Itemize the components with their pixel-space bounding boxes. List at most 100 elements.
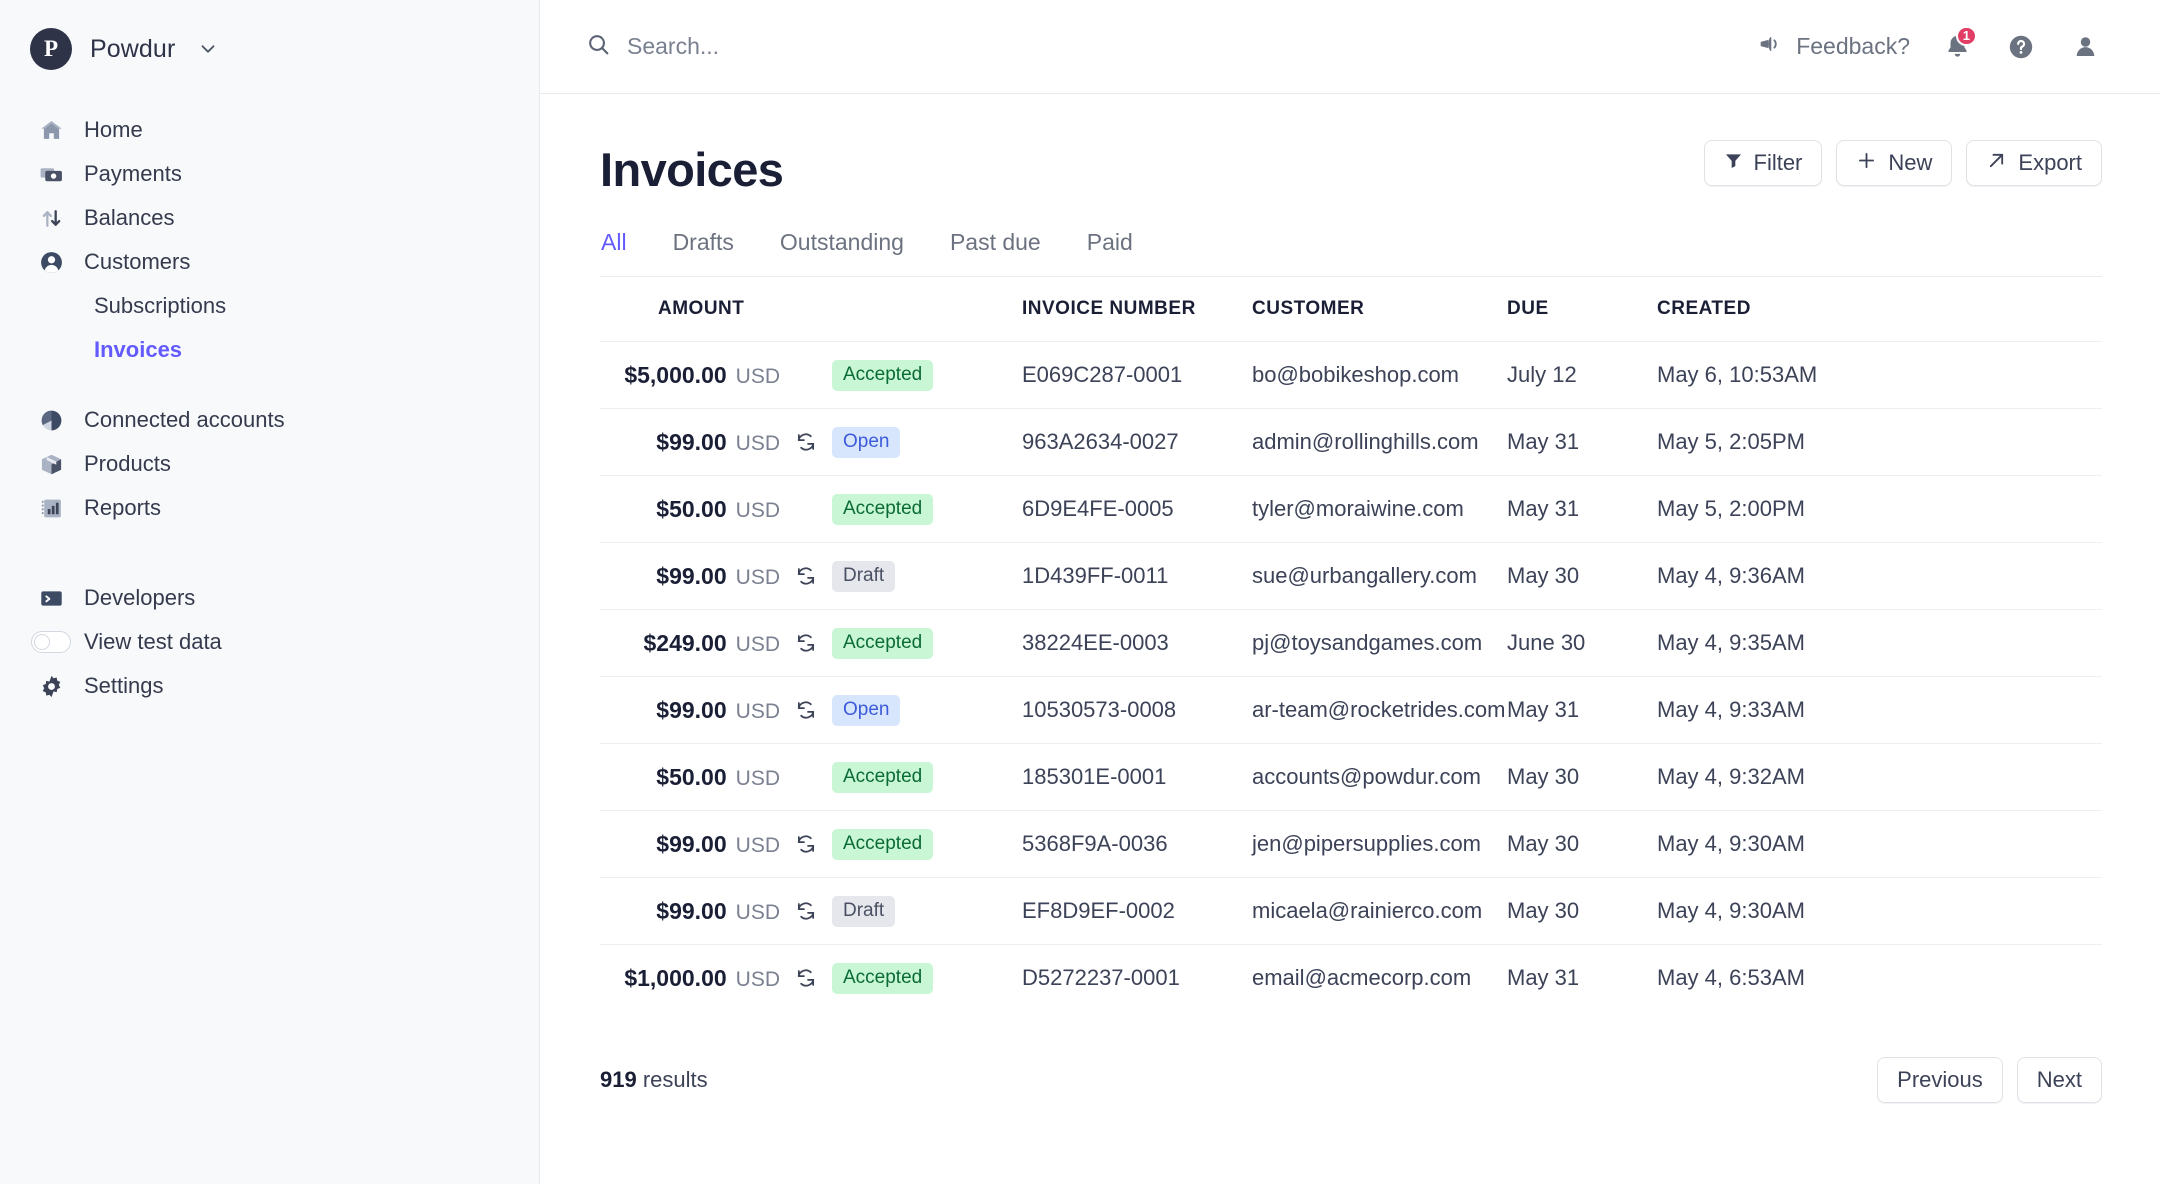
sidebar-item-balances[interactable]: Balances: [0, 196, 539, 240]
table-row[interactable]: $50.00 USD Accepted 185301E-0001 accounts@po…: [600, 743, 2102, 810]
cell-amount: $5,000.00 USD: [600, 362, 780, 389]
new-label: New: [1888, 150, 1933, 175]
cell-created: May 5, 2:00PM: [1657, 496, 1805, 521]
cell-customer: admin@rollinghills.com: [1252, 429, 1479, 454]
funnel-icon: [1724, 150, 1743, 176]
currency-code: USD: [735, 632, 780, 656]
table-row[interactable]: $50.00 USD Accepted 6D9E4FE-0005 tyler@morai…: [600, 475, 2102, 542]
sidebar-item-products[interactable]: Products: [0, 442, 539, 486]
search-placeholder: Search...: [627, 33, 720, 59]
sidebar-item-label: Developers: [84, 585, 196, 610]
nav-footer-spacer: [0, 530, 539, 576]
amount-value: $99.00: [656, 696, 727, 723]
results-count: 919: [600, 1067, 637, 1092]
search-input[interactable]: Search...: [586, 32, 719, 62]
new-button[interactable]: New: [1836, 140, 1953, 186]
table-row[interactable]: $99.00 USD Open 10530573-0008 ar-team@rocket…: [600, 676, 2102, 743]
help-button[interactable]: [2004, 30, 2038, 64]
cell-customer: accounts@powdur.com: [1252, 764, 1482, 789]
top-bar: Search... Feedback? 1: [540, 0, 2160, 94]
cell-due: June 30: [1507, 630, 1586, 655]
cell-status: Accepted: [832, 761, 1022, 793]
sidebar-item-customers[interactable]: Customers: [0, 240, 539, 284]
export-button[interactable]: Export: [1966, 140, 2102, 186]
feedback-button[interactable]: Feedback?: [1757, 31, 1910, 62]
table-row[interactable]: $99.00 USD Draft 1D439FF-0011 sue@urbangalle…: [600, 542, 2102, 609]
recurring-icon: [780, 699, 832, 721]
amount-value: $99.00: [656, 562, 727, 589]
cell-created: May 6, 10:53AM: [1657, 362, 1818, 387]
tab-paid[interactable]: Paid: [1087, 229, 1133, 276]
page-header: Invoices Filter New Export: [600, 140, 2102, 193]
sidebar-item-subscriptions[interactable]: Subscriptions: [0, 284, 539, 328]
notifications-button[interactable]: 1: [1940, 25, 1977, 64]
results-count-label: 919 results: [600, 1067, 708, 1093]
column-header-customer: CUSTOMER: [1252, 298, 1365, 319]
status-badge: Draft: [832, 560, 896, 592]
tab-past-due[interactable]: Past due: [950, 229, 1041, 276]
tab-all[interactable]: All: [601, 229, 627, 276]
cell-due: May 30: [1507, 831, 1580, 856]
cell-customer: bo@bobikeshop.com: [1252, 362, 1460, 387]
connected-accounts-icon: [38, 407, 64, 433]
currency-code: USD: [735, 431, 780, 455]
sidebar-item-developers[interactable]: Developers: [0, 576, 539, 620]
table-row[interactable]: $99.00 USD Open 963A2634-0027 admin@rollingh…: [600, 408, 2102, 475]
cell-status: Draft: [832, 895, 1022, 927]
cell-status: Open: [832, 426, 1022, 458]
cell-due: May 30: [1507, 764, 1580, 789]
brand-account-switcher[interactable]: P Powdur: [0, 26, 539, 72]
sidebar-item-label: Balances: [84, 205, 175, 230]
user-account-button[interactable]: [2068, 30, 2102, 64]
cell-created: May 4, 9:36AM: [1657, 563, 1805, 588]
sidebar-item-label: Settings: [84, 673, 164, 698]
recurring-icon: [780, 833, 832, 855]
customers-icon: [38, 249, 64, 275]
sidebar-item-settings[interactable]: Settings: [0, 664, 539, 708]
cell-invoice-number: E069C287-0001: [1022, 362, 1183, 387]
cell-customer: tyler@moraiwine.com: [1252, 496, 1464, 521]
invoices-table: AMOUNT INVOICE NUMBER CUSTOMER DUE CREAT…: [600, 276, 2102, 1011]
toggle-off-icon[interactable]: [31, 629, 71, 655]
tab-outstanding[interactable]: Outstanding: [780, 229, 904, 276]
sidebar-item-connected-accounts[interactable]: Connected accounts: [0, 398, 539, 442]
sidebar-item-label: Home: [84, 117, 143, 142]
page-content: Invoices Filter New Export All Drafts Ou…: [540, 94, 2160, 1184]
cell-status: Open: [832, 694, 1022, 726]
previous-page-button[interactable]: Previous: [1877, 1057, 2003, 1103]
column-header-due: DUE: [1507, 298, 1549, 319]
cell-amount: $1,000.00 USD: [600, 965, 780, 992]
cell-created: May 4, 9:33AM: [1657, 697, 1805, 722]
sidebar-item-label: Connected accounts: [84, 407, 285, 432]
table-row[interactable]: $99.00 USD Draft EF8D9EF-0002 micaela@rainie…: [600, 877, 2102, 944]
table-row[interactable]: $5,000.00 USD Accepted E069C287-0001 bo@bobi…: [600, 341, 2102, 408]
cell-status: Accepted: [832, 627, 1022, 659]
sidebar: P Powdur Home Payments Balances Customer…: [0, 0, 540, 1184]
table-row[interactable]: $1,000.00 USD Accepted D5272237-0001 email@a…: [600, 944, 2102, 1011]
sidebar-item-payments[interactable]: Payments: [0, 152, 539, 196]
status-badge: Accepted: [832, 828, 934, 860]
filter-button[interactable]: Filter: [1703, 140, 1823, 186]
cell-status: Accepted: [832, 962, 1022, 994]
results-word: results: [642, 1067, 708, 1092]
sidebar-item-invoices[interactable]: Invoices: [0, 328, 539, 372]
recurring-icon: [780, 900, 832, 922]
sidebar-item-home[interactable]: Home: [0, 108, 539, 152]
currency-code: USD: [735, 498, 780, 522]
currency-code: USD: [735, 967, 780, 991]
tab-drafts[interactable]: Drafts: [673, 229, 734, 276]
test-data-toggle[interactable]: [31, 631, 71, 653]
cell-invoice-number: 1D439FF-0011: [1022, 563, 1169, 588]
sidebar-item-reports[interactable]: Reports: [0, 486, 539, 530]
cell-status: Accepted: [832, 359, 1022, 391]
page-title: Invoices: [600, 143, 784, 196]
balances-icon: [38, 205, 64, 231]
table-row[interactable]: $249.00 USD Accepted 38224EE-0003 pj@toysand…: [600, 609, 2102, 676]
table-row[interactable]: $99.00 USD Accepted 5368F9A-0036 jen@pipersu…: [600, 810, 2102, 877]
sidebar-item-view-test-data[interactable]: View test data: [0, 620, 539, 664]
recurring-icon: [780, 565, 832, 587]
cell-amount: $50.00 USD: [600, 764, 780, 791]
cell-invoice-number: 963A2634-0027: [1022, 429, 1179, 454]
next-page-button[interactable]: Next: [2016, 1057, 2102, 1103]
powdur-logo-icon: P: [30, 28, 72, 70]
